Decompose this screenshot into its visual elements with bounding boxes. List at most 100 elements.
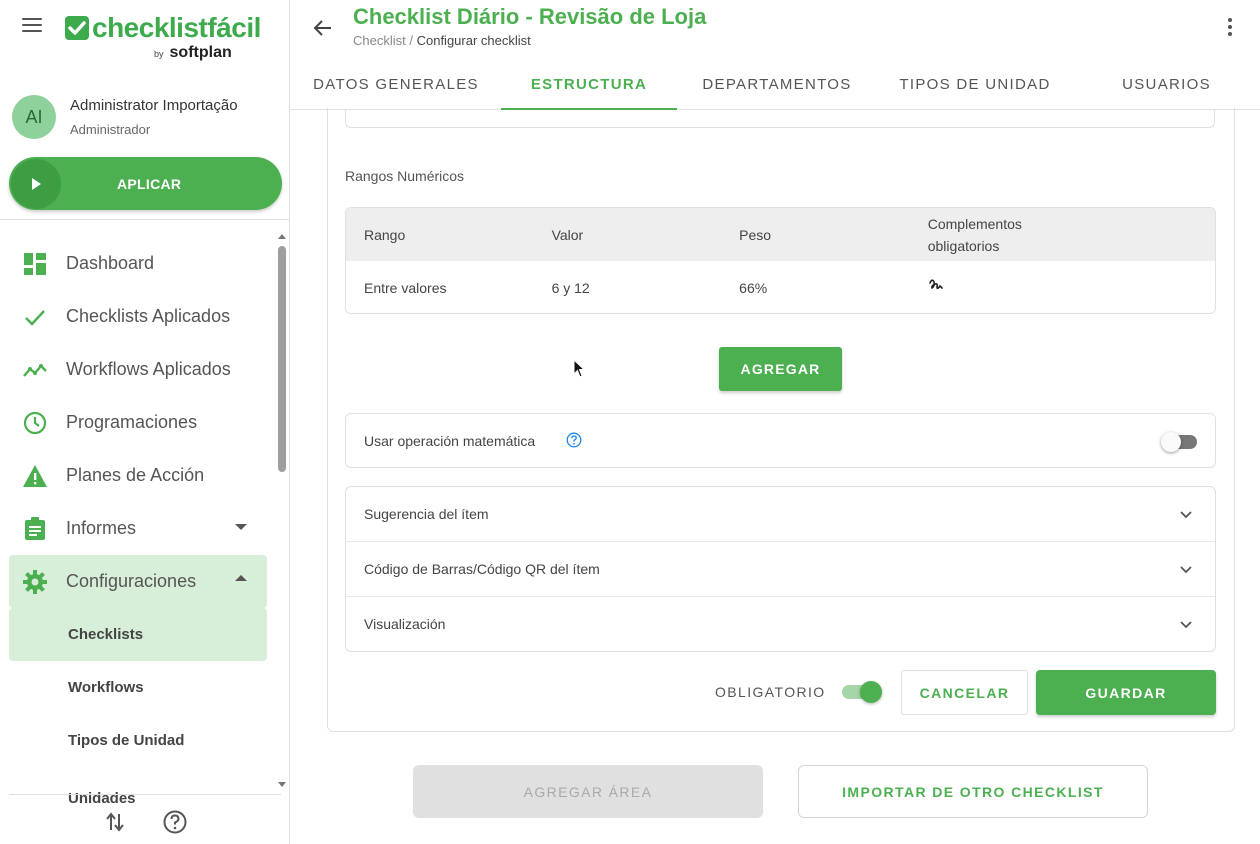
math-operation-card: Usar operación matemática: [345, 413, 1216, 468]
add-area-button[interactable]: AGREGAR ÁREA: [413, 765, 763, 818]
previous-section-card: [345, 110, 1215, 128]
column-header-complementos-text: Complementos obligatorios: [927, 215, 1022, 254]
mandatory-label: OBLIGATORIO: [715, 684, 826, 700]
sidebar-item-workflows-aplicados[interactable]: Workflows Aplicados: [9, 343, 267, 396]
cell-valor: 6 y 12: [551, 279, 590, 296]
tab-departamentos[interactable]: DEPARTAMENTOS: [677, 58, 877, 110]
sidebar-item-informes[interactable]: Informes: [9, 502, 267, 555]
clipboard-icon: [22, 516, 48, 542]
scroll-up-icon[interactable]: [278, 234, 286, 239]
breadcrumb-current: Configurar checklist: [416, 33, 531, 48]
cell-rango: Entre valores: [364, 279, 447, 296]
sidebar-item-label: Informes: [66, 518, 137, 538]
logo-text: checklistfácil: [92, 12, 261, 43]
cell-complementos: [910, 277, 1215, 299]
item-options-accordion: Sugerencia del ítem Código de Barras/Cód…: [345, 486, 1216, 652]
user-name: Administrator Importação: [70, 97, 238, 114]
breadcrumb: Checklist / Configurar checklist: [353, 33, 531, 48]
table-header: Rango Valor Peso Complementos obligatori…: [346, 208, 1215, 261]
main-content: Rangos Numéricos Rango Valor Peso Comple…: [291, 108, 1260, 844]
tab-datos-generales[interactable]: DATOS GENERALES: [291, 58, 501, 110]
brand-logo: checklistfácil by softplan: [64, 12, 264, 64]
save-button[interactable]: GUARDAR: [1036, 670, 1216, 715]
accordion-visualizacion[interactable]: Visualización: [346, 597, 1215, 652]
ranges-section-label: Rangos Numéricos: [345, 168, 465, 184]
accordion-codigo-barras[interactable]: Código de Barras/Código QR del ítem: [346, 542, 1215, 597]
user-profile: AI Administrator Importação Administrado…: [12, 94, 282, 140]
sidebar-item-checklists-aplicados[interactable]: Checklists Aplicados: [9, 290, 267, 343]
column-header-valor: Valor: [551, 226, 584, 243]
sidebar-item-label: Programaciones: [66, 412, 198, 432]
tab-tipos-de-unidad[interactable]: TIPOS DE UNIDAD: [877, 58, 1073, 110]
sidebar-item-configuraciones[interactable]: Configuraciones: [9, 555, 267, 608]
avatar[interactable]: AI: [12, 95, 56, 139]
column-header-peso: Peso: [739, 226, 772, 243]
sidebar-footer: [9, 794, 281, 844]
apply-button[interactable]: APLICAR: [9, 157, 282, 210]
sidebar-item-label: Dashboard: [66, 253, 155, 273]
cell-peso: 66%: [739, 279, 768, 296]
sidebar-nav: Dashboard Checklists Aplicados Workflows…: [9, 237, 267, 807]
logo-by: by: [154, 49, 164, 59]
tab-bar: DATOS GENERALES ESTRUCTURA DEPARTAMENTOS…: [291, 58, 1260, 110]
tab-usuarios[interactable]: USUARIOS: [1073, 58, 1260, 110]
apply-label: APLICAR: [117, 175, 182, 192]
sidebar: checklistfácil by softplan AI Administrat…: [0, 0, 290, 844]
trending-icon: [22, 357, 48, 383]
check-icon: [22, 304, 48, 330]
breadcrumb-root[interactable]: Checklist: [353, 33, 406, 48]
chevron-down-icon: [235, 524, 247, 530]
help-icon[interactable]: [566, 432, 582, 448]
signature-icon: [928, 278, 943, 289]
logo-check-icon: [65, 16, 89, 40]
logo-company: softplan: [169, 44, 232, 61]
math-operation-toggle[interactable]: [1161, 432, 1199, 452]
mandatory-toggle[interactable]: [842, 680, 884, 704]
scroll-thumb[interactable]: [278, 246, 286, 472]
page-title: Checklist Diário - Revisão de Loja: [353, 4, 707, 29]
sidebar-item-label: Configuraciones: [66, 571, 197, 591]
gear-icon: [22, 569, 48, 595]
sidebar-item-label: Workflows Aplicados: [66, 359, 231, 379]
scroll-down-icon[interactable]: [278, 782, 286, 787]
chevron-down-icon: [1180, 621, 1192, 629]
swap-vertical-icon[interactable]: [102, 809, 128, 835]
column-header-rango: Rango: [364, 226, 406, 243]
menu-icon[interactable]: [22, 14, 48, 40]
sidebar-item-planes-de-accion[interactable]: Planes de Acción: [9, 449, 267, 502]
breadcrumb-separator: /: [405, 33, 417, 48]
cancel-button[interactable]: CANCELAR: [901, 670, 1028, 715]
ranges-table: Rango Valor Peso Complementos obligatori…: [345, 207, 1216, 314]
sidebar-subitem-workflows[interactable]: Workflows: [9, 661, 267, 714]
import-checklist-button[interactable]: IMPORTAR DE OTRO CHECKLIST: [798, 765, 1148, 818]
sidebar-item-label: Checklists Aplicados: [66, 306, 231, 326]
accordion-sugerencia[interactable]: Sugerencia del ítem: [346, 487, 1215, 542]
chevron-up-icon: [235, 575, 247, 581]
warning-icon: [22, 463, 48, 489]
math-operation-label: Usar operación matemática: [364, 433, 536, 449]
accordion-label: Sugerencia del ítem: [364, 506, 489, 522]
clock-icon: [22, 410, 48, 436]
sidebar-item-dashboard[interactable]: Dashboard: [9, 237, 267, 290]
add-range-button[interactable]: AGREGAR: [719, 347, 842, 391]
help-circle-icon[interactable]: [162, 809, 188, 835]
chevron-down-icon: [1180, 511, 1192, 519]
mouse-cursor-icon: [573, 359, 586, 378]
sidebar-item-label: Planes de Acción: [66, 465, 205, 485]
more-vert-icon[interactable]: [1224, 16, 1236, 40]
sidebar-subitem-tipos-de-unidad[interactable]: Tipos de Unidad: [9, 714, 267, 767]
sidebar-divider: [0, 219, 290, 220]
chevron-down-icon: [1180, 566, 1192, 574]
dashboard-icon: [22, 251, 48, 277]
play-icon: [11, 158, 61, 209]
sidebar-scrollbar[interactable]: [277, 232, 287, 792]
column-header-complementos: Complementos obligatorios: [910, 213, 1215, 257]
back-arrow-icon[interactable]: [309, 14, 337, 42]
accordion-label: Visualización: [364, 616, 446, 632]
user-role: Administrador: [70, 122, 151, 137]
sidebar-subitem-checklists[interactable]: Checklists: [9, 608, 267, 661]
sidebar-item-programaciones[interactable]: Programaciones: [9, 396, 267, 449]
tab-estructura[interactable]: ESTRUCTURA: [501, 58, 677, 110]
app-root: checklistfácil by softplan AI Administrat…: [0, 0, 1260, 844]
table-row[interactable]: Entre valores 6 y 12 66%: [346, 261, 1215, 313]
